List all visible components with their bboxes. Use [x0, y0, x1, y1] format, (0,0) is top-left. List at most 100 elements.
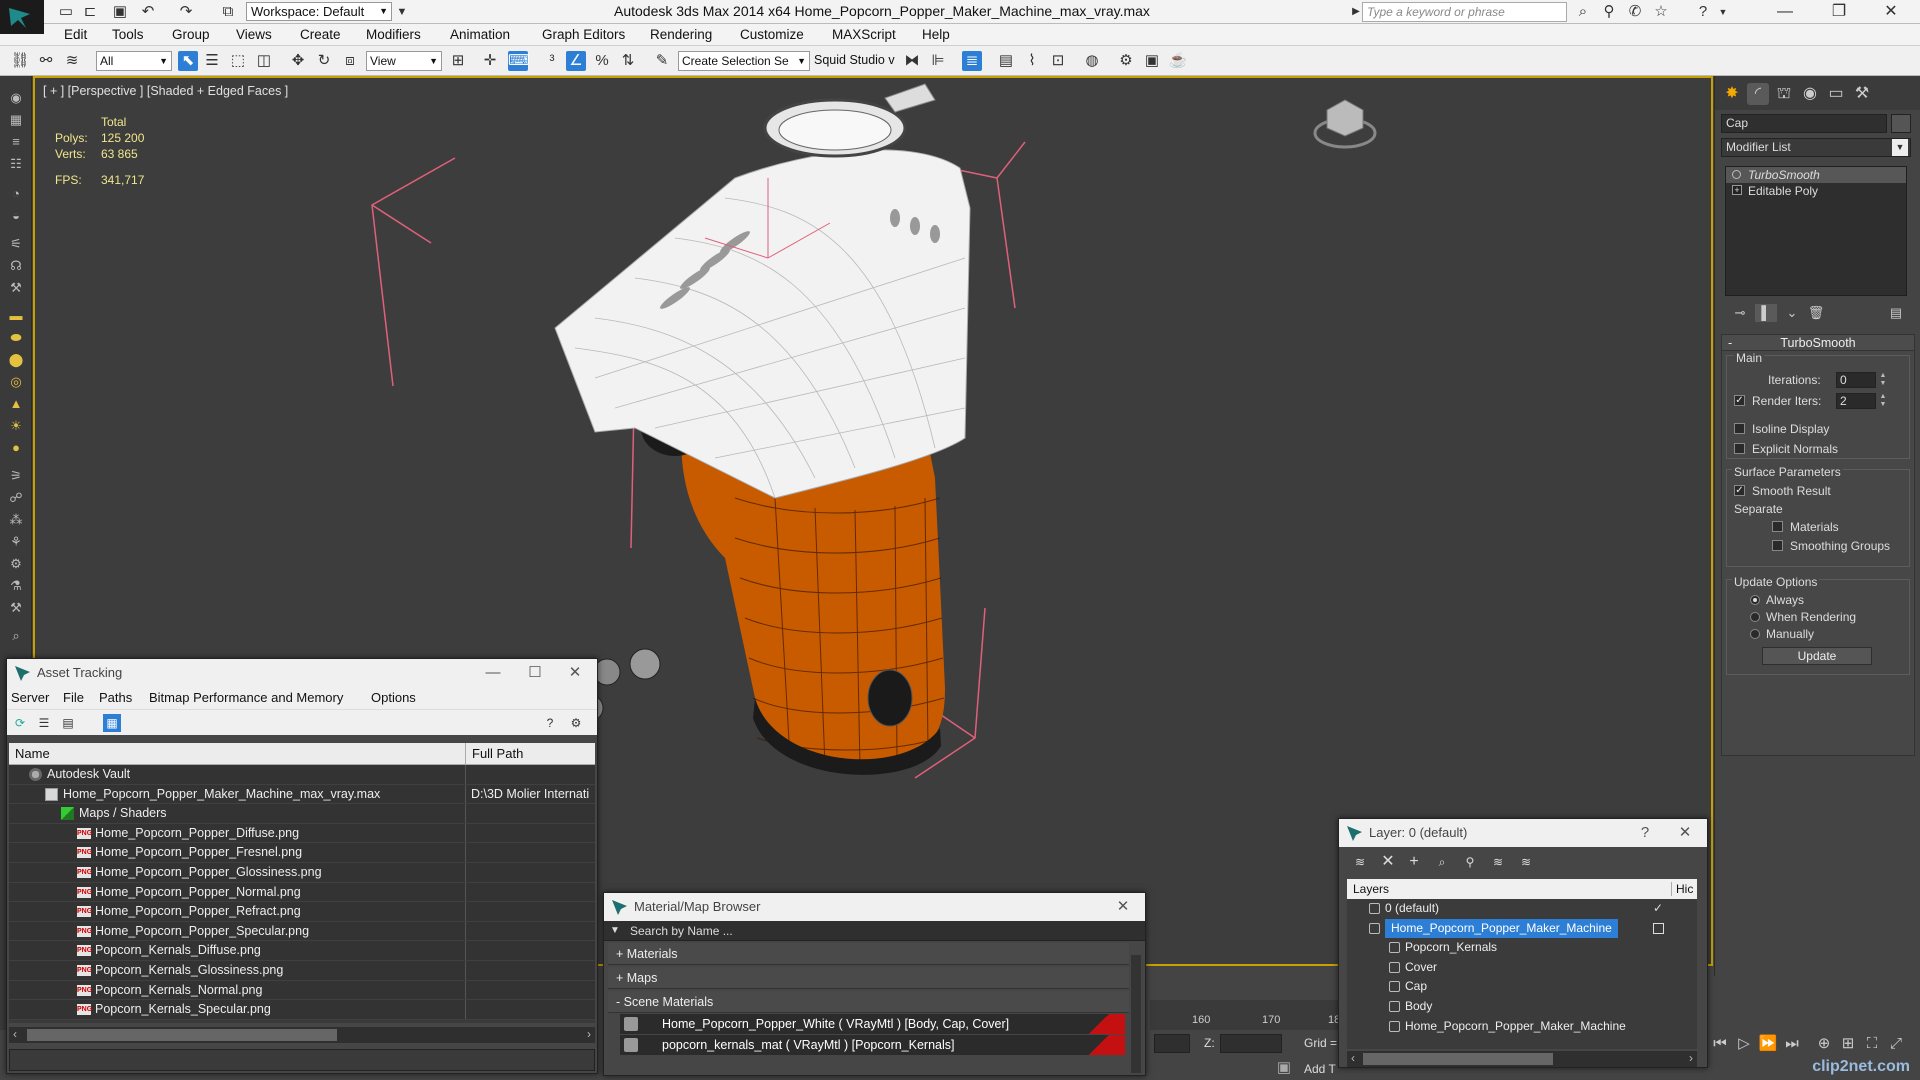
close-icon[interactable]: ✕: [1105, 893, 1141, 921]
material-vertical-scrollbar[interactable]: [1131, 955, 1141, 1073]
menu-maxscript[interactable]: MAXScript: [832, 27, 896, 42]
next-frame-icon[interactable]: ⏩: [1758, 1034, 1778, 1054]
schematic-view-icon[interactable]: ⊡: [1048, 51, 1068, 71]
hide-toggle-icon[interactable]: [1653, 922, 1664, 934]
close-icon[interactable]: ✕: [1667, 819, 1703, 847]
asset-status-field[interactable]: [9, 1049, 595, 1071]
new-file-icon[interactable]: ▭: [56, 2, 76, 22]
scrollbar-thumb[interactable]: [27, 1029, 337, 1041]
lightbulb-icon[interactable]: [1732, 170, 1741, 179]
spinner-arrows-icon[interactable]: ▲ ▼: [1878, 372, 1888, 388]
modifier-bend-icon[interactable]: ⚞: [7, 468, 25, 484]
help-icon[interactable]: ?: [1627, 819, 1663, 847]
menu-help[interactable]: Help: [922, 27, 950, 42]
link-icon[interactable]: ⛓: [10, 51, 30, 71]
layer-row[interactable]: Body: [1347, 997, 1697, 1017]
menu-modifiers[interactable]: Modifiers: [366, 27, 421, 42]
layer-row[interactable]: Popcorn_Kernals: [1347, 938, 1697, 958]
asset-row[interactable]: PNG Home_Popcorn_Popper_Specular.png: [9, 921, 595, 942]
settings-icon[interactable]: ⚙: [567, 714, 585, 732]
asset-row[interactable]: Maps / Shaders: [9, 804, 595, 824]
open-file-icon[interactable]: ⊏: [80, 2, 100, 22]
minimize-icon[interactable]: —: [475, 659, 511, 687]
motion-tab-icon[interactable]: ◉: [1799, 83, 1821, 105]
material-browser-titlebar[interactable]: Material/Map Browser ✕: [604, 893, 1145, 921]
pivot-center-icon[interactable]: ⊞: [448, 51, 468, 71]
scene-material-item[interactable]: popcorn_kernals_mat ( VRayMtl ) [Popcorn…: [620, 1035, 1125, 1055]
maximize-viewport-icon[interactable]: ⤢: [1886, 1034, 1906, 1054]
reference-coordinate-dropdown[interactable]: View ▼: [366, 51, 442, 71]
thumbnail-view-icon[interactable]: ▤: [59, 714, 77, 732]
undo-icon[interactable]: ↶: [138, 2, 158, 22]
remove-modifier-icon[interactable]: 🗑: [1805, 304, 1827, 322]
create-tab-icon[interactable]: ✸: [1721, 83, 1743, 105]
create-panel-icon[interactable]: ◉: [7, 90, 25, 106]
asset-row[interactable]: PNG Popcorn_Kernals_Glossiness.png: [9, 960, 595, 981]
update-when-rendering-radio[interactable]: [1750, 612, 1760, 622]
utilities-tab-icon[interactable]: ⚒: [1851, 83, 1873, 105]
rotate-icon[interactable]: ↻: [314, 51, 334, 71]
bind-space-warp-icon[interactable]: ≋: [62, 51, 82, 71]
geosphere-primitive-icon[interactable]: ●: [7, 440, 25, 456]
layer-row[interactable]: 0 (default) ✓: [1347, 899, 1697, 919]
asset-row[interactable]: PNG Home_Popcorn_Popper_Refract.png: [9, 902, 595, 922]
help-dropdown-icon[interactable]: ▼: [1712, 2, 1734, 22]
menu-paths[interactable]: Paths: [99, 690, 132, 705]
freeze-all-layers-icon[interactable]: ≋: [1517, 853, 1535, 871]
subscription-icon[interactable]: ⚲: [1598, 2, 1620, 22]
graphite-ribbon-icon[interactable]: ▤: [996, 51, 1016, 71]
menu-group[interactable]: Group: [172, 27, 210, 42]
help-icon[interactable]: ?: [541, 714, 559, 732]
layer-row[interactable]: Cap: [1347, 977, 1697, 997]
menu-bitmap-performance[interactable]: Bitmap Performance and Memory: [149, 690, 343, 705]
unlink-icon[interactable]: ⚯: [36, 51, 56, 71]
menu-rendering[interactable]: Rendering: [650, 27, 712, 42]
pin-stack-icon[interactable]: ⊸: [1729, 304, 1751, 322]
asset-row[interactable]: PNG Popcorn_Kernals_Normal.png: [9, 980, 595, 1001]
create-layer-icon[interactable]: ≋: [1351, 853, 1369, 871]
asset-row[interactable]: Autodesk Vault: [9, 765, 595, 785]
search-options-icon[interactable]: ▼: [610, 921, 620, 941]
rectangle-selection-icon[interactable]: ⬚: [228, 51, 248, 71]
minimize-icon[interactable]: —: [1762, 0, 1808, 24]
layer-manager-icon[interactable]: ≣: [962, 51, 982, 71]
snaps-toggle-icon[interactable]: ³: [542, 51, 562, 71]
lock-selection-icon[interactable]: ▣: [1274, 1058, 1294, 1078]
explicit-normals-checkbox[interactable]: [1734, 443, 1745, 454]
zoom-extents-icon[interactable]: ⊕: [1814, 1034, 1834, 1054]
named-selection-set-dropdown[interactable]: Create Selection Se ▼: [678, 51, 810, 71]
restore-icon[interactable]: ❐: [1816, 0, 1862, 24]
update-button[interactable]: Update: [1762, 647, 1872, 665]
communication-icon[interactable]: ✆: [1624, 2, 1646, 22]
object-name-field[interactable]: Cap: [1721, 114, 1887, 133]
layer-row[interactable]: Home_Popcorn_Popper_Maker_Machine: [1347, 1017, 1697, 1037]
shapes-icon[interactable]: ≡: [7, 134, 25, 150]
display-tab-icon[interactable]: ▭: [1825, 83, 1847, 105]
expand-plus-icon[interactable]: +: [1732, 185, 1742, 195]
z-coordinate-field[interactable]: [1220, 1034, 1282, 1053]
scrollbar-thumb[interactable]: [1363, 1053, 1553, 1065]
display-icon[interactable]: ⚗: [7, 578, 25, 594]
scroll-left-icon[interactable]: ‹: [1351, 1051, 1355, 1065]
play-icon[interactable]: ▷: [1734, 1034, 1754, 1054]
close-icon[interactable]: ✕: [557, 659, 593, 687]
spinner-snap-icon[interactable]: ⇅: [618, 51, 638, 71]
make-unique-icon[interactable]: ⌄: [1781, 304, 1803, 322]
scroll-left-icon[interactable]: ‹: [13, 1027, 17, 1041]
layer-horizontal-scrollbar[interactable]: ‹ ›: [1347, 1051, 1697, 1067]
layer-row[interactable]: Home_Popcorn_Popper_Maker_Machine: [1347, 918, 1697, 939]
smooth-result-checkbox[interactable]: ✓: [1734, 485, 1745, 496]
configure-modifier-sets-icon[interactable]: ▤: [1885, 304, 1907, 322]
refresh-icon[interactable]: ⟳: [11, 714, 29, 732]
workspace-dropdown[interactable]: Workspace: Default ▼: [246, 2, 392, 21]
scroll-right-icon[interactable]: ›: [587, 1027, 591, 1041]
select-objects-in-layer-icon[interactable]: ⌕: [1433, 853, 1451, 871]
table-view-icon[interactable]: ▦: [103, 714, 121, 732]
asset-horizontal-scrollbar[interactable]: ‹ ›: [9, 1027, 595, 1043]
field-of-view-icon[interactable]: ⛶: [1862, 1034, 1882, 1054]
sphere-primitive-icon[interactable]: ⬬: [7, 330, 25, 346]
asset-row[interactable]: PNG Home_Popcorn_Popper_Fresnel.png: [9, 843, 595, 863]
curve-editor-icon[interactable]: ⌇: [1022, 51, 1042, 71]
maximize-icon[interactable]: ☐: [517, 659, 553, 687]
asset-row[interactable]: Home_Popcorn_Popper_Maker_Machine_max_vr…: [9, 784, 595, 805]
